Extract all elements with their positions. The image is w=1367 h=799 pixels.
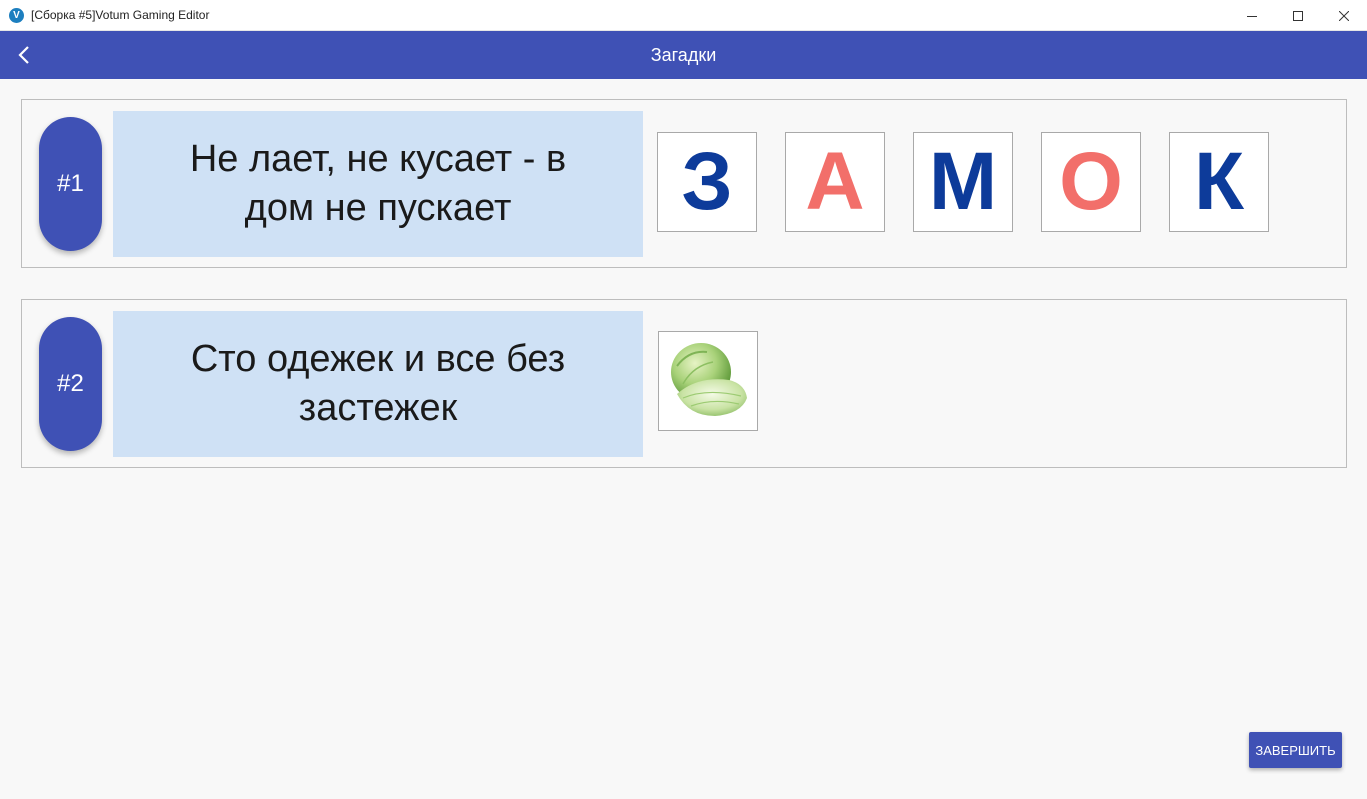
- maximize-icon: [1293, 10, 1303, 21]
- page-title: Загадки: [650, 44, 717, 65]
- riddle-question-text: Не лает, не кусает - в дом не пускает: [189, 138, 567, 229]
- close-icon: [1339, 10, 1349, 21]
- answer-image-tile: [658, 331, 758, 431]
- answer-letter: К: [1193, 136, 1245, 227]
- answer-letter-tile: О: [1041, 132, 1141, 232]
- answer-letter-tile: А: [785, 132, 885, 232]
- minimize-button[interactable]: [1229, 0, 1275, 31]
- riddle-question-box: Сто одежек и все без застежек: [113, 311, 643, 457]
- finish-button[interactable]: ЗАВЕРШИТЬ: [1249, 732, 1342, 768]
- riddle-question-text: Сто одежек и все без застежек: [190, 338, 566, 429]
- maximize-button[interactable]: [1275, 0, 1321, 31]
- answer-letter-tile: К: [1169, 132, 1269, 232]
- app-logo-icon: V: [9, 7, 24, 23]
- riddle-number-badge: #2: [39, 317, 102, 451]
- riddle-number-badge: #1: [39, 117, 102, 251]
- riddle-card-1: #1 Не лает, не кусает - в дом не пускает…: [21, 99, 1347, 268]
- cabbage-image: [671, 343, 747, 416]
- window-title: [Сборка #5]Votum Gaming Editor: [31, 8, 210, 22]
- riddle-card-2: #2 Сто одежек и все без застежек: [21, 299, 1347, 468]
- riddle-question-box: Не лает, не кусает - в дом не пускает: [113, 111, 643, 257]
- answer-letter: О: [1059, 136, 1123, 227]
- answer-letter-tile: М: [913, 132, 1013, 232]
- answer-letter: М: [928, 136, 998, 227]
- chevron-left-icon: [18, 46, 29, 64]
- answer-letter: А: [805, 136, 865, 227]
- minimize-icon: [1247, 15, 1257, 17]
- window-titlebar: V [Сборка #5]Votum Gaming Editor: [0, 0, 1367, 31]
- close-window-button[interactable]: [1321, 0, 1367, 31]
- back-button[interactable]: [12, 43, 36, 67]
- answer-letter-tile: З: [657, 132, 757, 232]
- answer-letter: З: [681, 136, 733, 227]
- window-controls: [1229, 0, 1367, 31]
- app-header: Загадки: [0, 31, 1367, 79]
